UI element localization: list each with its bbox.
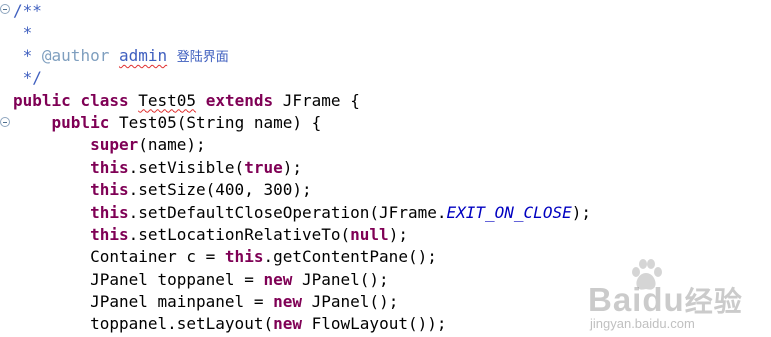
code-text: ); bbox=[282, 157, 302, 177]
code-line: super(name); bbox=[13, 134, 591, 156]
keyword-null: null bbox=[350, 224, 389, 244]
code-text: .setLocationRelativeTo( bbox=[128, 224, 351, 244]
code-text: JPanel toppanel = bbox=[90, 269, 264, 289]
fold-collapse-icon[interactable] bbox=[0, 117, 10, 127]
code-text: .getContentPane(); bbox=[263, 247, 437, 267]
superclass-name: JFrame { bbox=[282, 90, 360, 110]
keyword-new: new bbox=[273, 292, 302, 312]
javadoc-space bbox=[109, 46, 119, 65]
keyword-new: new bbox=[263, 269, 293, 289]
code-line: * bbox=[13, 22, 591, 44]
keyword-this: this bbox=[90, 202, 129, 222]
baidu-jingyan-watermark: Baidu经验 jingyan.baidu.com bbox=[588, 258, 766, 332]
code-line: toppanel.setLayout(new FlowLayout()); bbox=[13, 313, 591, 335]
keyword-new: new bbox=[273, 314, 302, 334]
code-line: this.setDefaultCloseOperation(JFrame.EXI… bbox=[13, 202, 591, 224]
code-text: .setDefaultCloseOperation(JFrame. bbox=[128, 202, 447, 222]
code-text: JPanel(); bbox=[302, 292, 399, 312]
code-line: public Test05(String name) { bbox=[13, 112, 591, 134]
keyword-this: this bbox=[90, 157, 129, 177]
constructor-signature: Test05(String name) { bbox=[118, 112, 322, 132]
code-line: this.setSize(400, 300); bbox=[13, 179, 591, 201]
code-line: JPanel toppanel = new JPanel(); bbox=[13, 269, 591, 291]
watermark-brand: Baidu经验 bbox=[588, 280, 766, 320]
code-text: .setSize(400, 300); bbox=[128, 180, 312, 200]
watermark-brand-du: du bbox=[642, 281, 685, 318]
class-name: Test05 bbox=[138, 90, 197, 110]
code-line: * @author admin 登陆界面 bbox=[13, 45, 591, 67]
keyword-true: true bbox=[244, 157, 283, 177]
constant-exit-on-close: EXIT_ON_CLOSE bbox=[446, 202, 572, 222]
javadoc-description: 登陆界面 bbox=[176, 49, 229, 65]
keyword-super: super bbox=[90, 135, 139, 155]
code-line: this.setLocationRelativeTo(null); bbox=[13, 224, 591, 246]
keyword-this: this bbox=[224, 247, 264, 267]
javadoc-comment: * bbox=[13, 45, 42, 65]
editor-gutter bbox=[0, 0, 12, 337]
keyword-public: public bbox=[51, 112, 110, 132]
code-line: Container c = this.getContentPane(); bbox=[13, 246, 591, 268]
keyword-public: public bbox=[13, 90, 71, 110]
code-line: */ bbox=[13, 67, 591, 89]
code-line: this.setVisible(true); bbox=[13, 157, 591, 179]
code-line: JPanel mainpanel = new JPanel(); bbox=[13, 291, 591, 313]
code-text: (name); bbox=[138, 135, 206, 155]
code-text: Container c = bbox=[90, 247, 225, 267]
code-area: /** * * @author admin 登陆界面 */ public cla… bbox=[13, 0, 591, 336]
code-text: ); bbox=[388, 224, 408, 244]
author-name: admin bbox=[118, 45, 168, 65]
code-text: toppanel.setLayout( bbox=[90, 314, 274, 334]
code-line: public class Test05 extends JFrame { bbox=[13, 90, 591, 112]
watermark-brand-bai: Bai bbox=[588, 281, 643, 318]
keyword-this: this bbox=[90, 224, 129, 244]
javadoc-comment: */ bbox=[13, 68, 42, 88]
code-text: JPanel(); bbox=[292, 269, 389, 289]
code-text: JPanel mainpanel = bbox=[90, 292, 274, 312]
javadoc-comment: /** bbox=[13, 1, 42, 20]
fold-collapse-icon[interactable] bbox=[0, 4, 10, 14]
watermark-brand-zh: 经验 bbox=[684, 285, 743, 318]
code-text: FlowLayout()); bbox=[302, 314, 447, 334]
code-text: ); bbox=[571, 202, 591, 222]
javadoc-comment: * bbox=[13, 23, 33, 43]
keyword-class: class bbox=[80, 90, 129, 110]
watermark-url: jingyan.baidu.com bbox=[590, 316, 695, 331]
code-line: /** bbox=[13, 0, 591, 22]
code-editor[interactable]: /** * * @author admin 登陆界面 */ public cla… bbox=[0, 0, 771, 337]
javadoc-author-tag: @author bbox=[41, 45, 110, 65]
code-text: .setVisible( bbox=[128, 157, 245, 177]
keyword-this: this bbox=[90, 180, 129, 200]
keyword-extends: extends bbox=[205, 90, 274, 110]
